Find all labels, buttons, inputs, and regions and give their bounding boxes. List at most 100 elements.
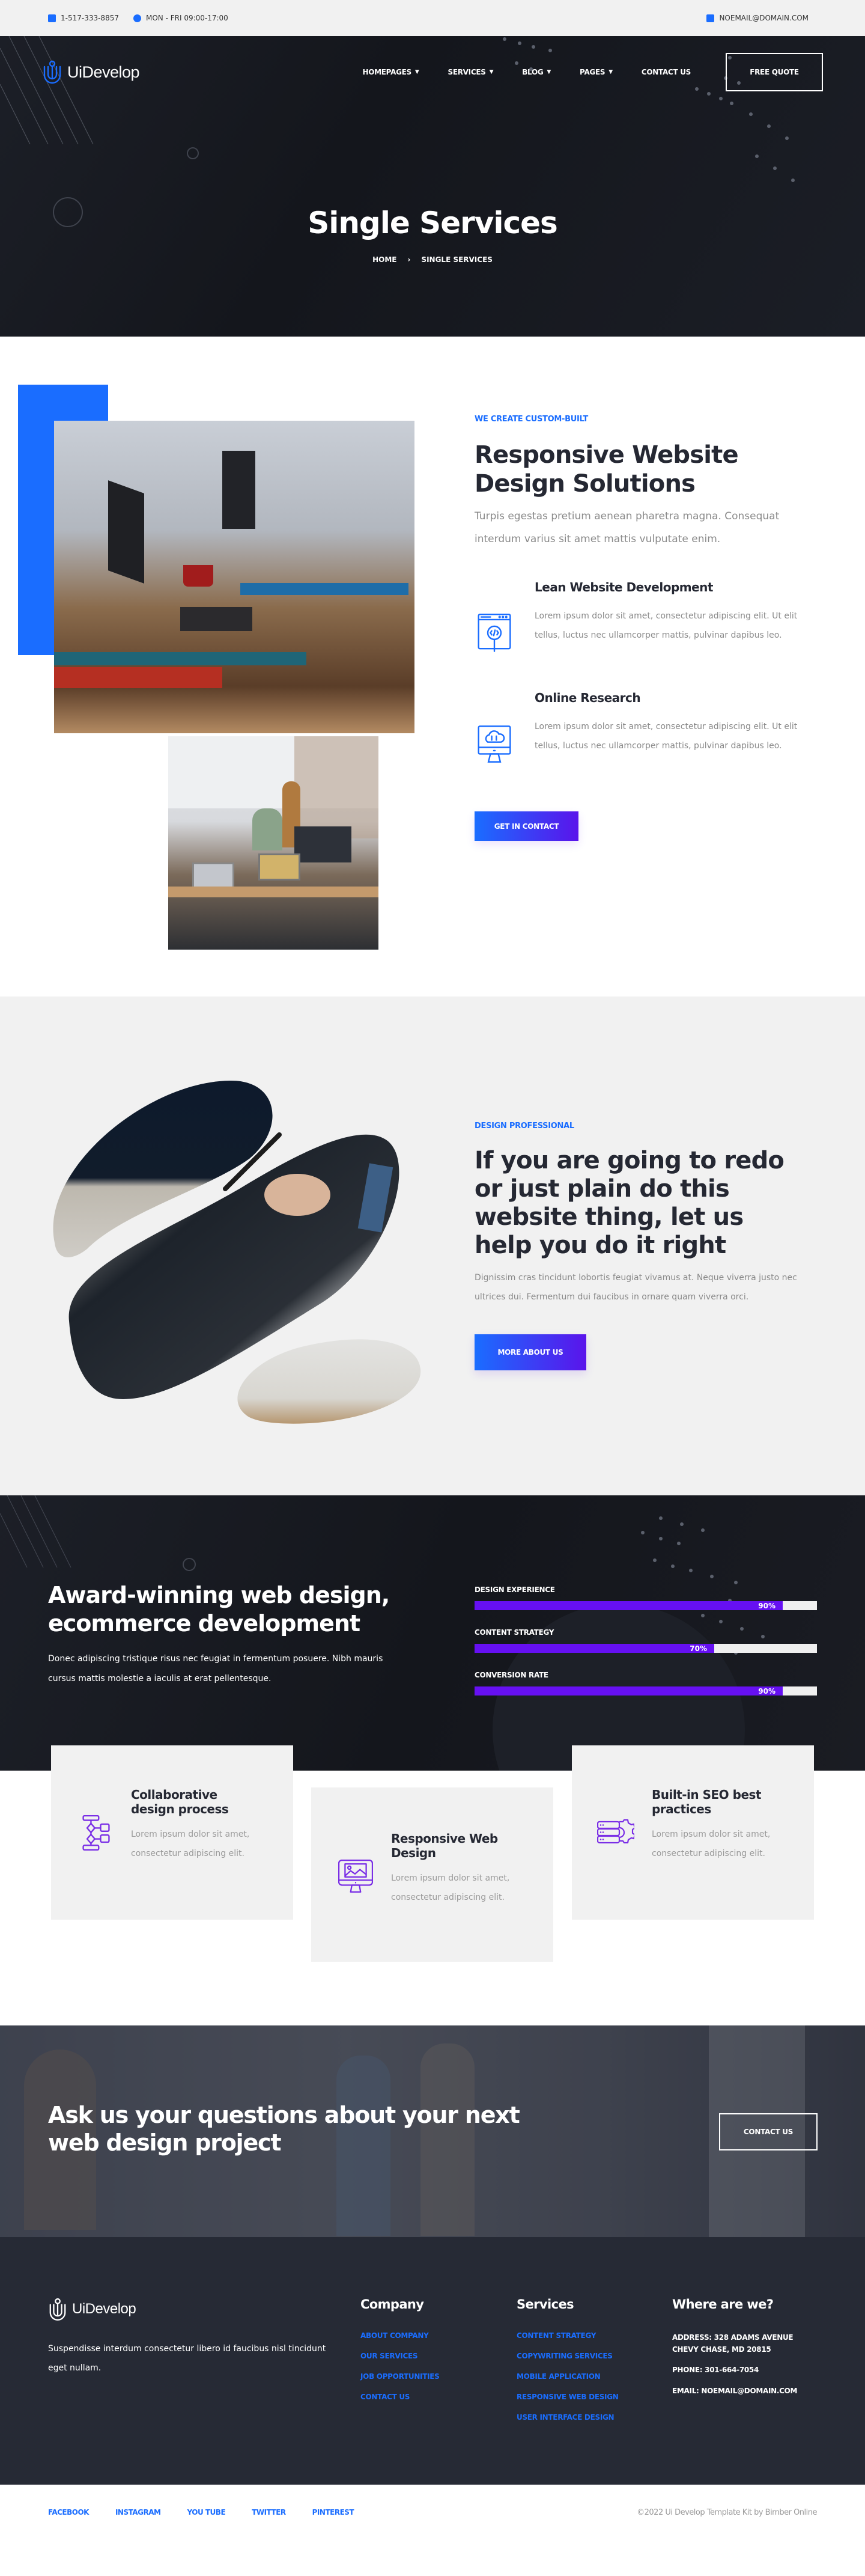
cloud-monitor-icon <box>478 725 511 763</box>
card-text: Lorem ipsum dolor sit amet, consectetur … <box>652 1830 771 1858</box>
section-eyebrow: DESIGN PROFESSIONAL <box>475 1122 574 1131</box>
designer-tablet-photo <box>53 1081 421 1424</box>
skill-track: 90% <box>475 1601 817 1610</box>
nav-item-label: HOMEPAGES <box>362 68 412 76</box>
logo-text: UiDevelop <box>72 2301 136 2317</box>
footer-link[interactable]: RESPONSIVE WEB DESIGN <box>517 2393 619 2401</box>
get-in-contact-button[interactable]: GET IN CONTACT <box>475 811 578 841</box>
skill-label: CONVERSION RATE <box>475 1671 548 1679</box>
social-link-instagram[interactable]: INSTAGRAM <box>115 2508 161 2516</box>
contact-us-button[interactable]: CONTACT US <box>719 2113 818 2150</box>
skill-track: 90% <box>475 1686 817 1695</box>
feature-title: Lean Website Development <box>535 580 713 594</box>
skill-label: DESIGN EXPERIENCE <box>475 1586 555 1594</box>
chevron-down-icon: ▼ <box>414 69 419 75</box>
footer-about: Suspendisse interdum consectetur libero … <box>48 2344 326 2373</box>
cta-banner: Ask us your questions about your next we… <box>0 2025 865 2237</box>
bottom-bar: FACEBOOK INSTAGRAM YOU TUBE TWITTER PINT… <box>0 2485 865 2540</box>
nav-item-homepages[interactable]: HOMEPAGES ▼ <box>363 68 419 76</box>
topbar-email[interactable]: NOEMAIL@DOMAIN.COM <box>706 14 809 22</box>
footer-address: ADDRESS: 328 ADAMS AVENUE <box>672 2333 794 2342</box>
decorative-lines <box>0 1495 71 1567</box>
footer-link[interactable]: COPYWRITING SERVICES <box>517 2352 619 2360</box>
feature-text: Lorem ipsum dolor sit amet, consectetur … <box>535 611 798 640</box>
team-office-photo <box>168 736 378 950</box>
footer-heading-services: Services <box>517 2297 574 2312</box>
site-logo[interactable]: UiDevelop <box>42 60 140 85</box>
breadcrumb-home[interactable]: HOME <box>372 255 396 264</box>
footer-company-links: ABOUT COMPANY OUR SERVICES JOB OPPORTUNI… <box>360 2331 440 2401</box>
social-link-youtube[interactable]: YOU TUBE <box>187 2508 225 2516</box>
footer-heading-contact: Where are we? <box>672 2297 774 2312</box>
nav-item-contact[interactable]: CONTACT US <box>642 68 691 76</box>
nav-item-label: SERVICES <box>448 68 486 76</box>
top-bar: 1-517-333-8857 MON - FRI 09:00-17:00 NOE… <box>0 0 865 36</box>
design-professional-section: DESIGN PROFESSIONAL If you are going to … <box>0 997 865 1495</box>
chevron-down-icon: ▼ <box>609 69 613 75</box>
social-link-pinterest[interactable]: PINTEREST <box>312 2508 354 2516</box>
clock-icon <box>133 14 141 22</box>
section-eyebrow: WE CREATE CUSTOM-BUILT <box>475 415 588 424</box>
nav-item-pages[interactable]: PAGES ▼ <box>580 68 613 76</box>
footer-link[interactable]: JOB OPPORTUNITIES <box>360 2372 440 2381</box>
logo-icon <box>43 60 61 84</box>
footer-phone[interactable]: PHONE: 301-664-7054 <box>672 2364 797 2376</box>
feature-title: Online Research <box>535 691 641 705</box>
skill-fill: 90% <box>475 1686 783 1695</box>
breadcrumb: HOME › SINGLE SERVICES <box>0 255 865 264</box>
social-link-facebook[interactable]: FACEBOOK <box>48 2508 89 2516</box>
award-text: Donec adipiscing tristique risus nec feu… <box>48 1654 383 1683</box>
decorative-circle-small <box>187 147 199 159</box>
skill-fill: 70% <box>475 1644 714 1653</box>
social-link-twitter[interactable]: TWITTER <box>252 2508 286 2516</box>
phone-number: 1-517-333-8857 <box>61 14 119 22</box>
footer-link[interactable]: ABOUT COMPANY <box>360 2331 440 2340</box>
page-hero: UiDevelop HOMEPAGES ▼ SERVICES ▼ BLOG ▼ PAG… <box>0 36 865 337</box>
skill-bar: CONTENT STRATEGY 70% <box>475 1628 817 1653</box>
section-lead: Turpis egestas pretium aenean pharetra m… <box>475 510 780 545</box>
site-footer: UiDevelop Suspendisse interdum consectet… <box>0 2237 865 2485</box>
feature-card: Built-in SEO best practices Lorem ipsum … <box>572 1745 814 1920</box>
footer-link[interactable]: CONTACT US <box>360 2393 440 2401</box>
chevron-right-icon: › <box>407 255 411 264</box>
footer-link[interactable]: CONTENT STRATEGY <box>517 2331 619 2340</box>
feature-card: Responsive Web Design Lorem ipsum dolor … <box>311 1787 553 1962</box>
section-title: If you are going to redo or just plain d… <box>475 1147 785 1259</box>
nav-item-label: PAGES <box>580 68 606 76</box>
email-address: NOEMAIL@DOMAIN.COM <box>719 14 809 22</box>
footer-link[interactable]: MOBILE APPLICATION <box>517 2372 619 2381</box>
award-title: Award-winning web design, ecommerce deve… <box>48 1582 390 1637</box>
nav-menu: HOMEPAGES ▼ SERVICES ▼ BLOG ▼ PAGES ▼ CONTAC… <box>363 53 823 91</box>
footer-logo[interactable]: UiDevelop <box>48 2296 136 2322</box>
page-title: Single Services <box>308 206 558 240</box>
footer-heading-company: Company <box>360 2297 424 2312</box>
topbar-phone[interactable]: 1-517-333-8857 <box>48 14 119 22</box>
envelope-icon <box>706 14 715 22</box>
cta-title: Ask us your questions about your next we… <box>48 2102 520 2156</box>
card-title: Responsive Web Design <box>391 1831 498 1860</box>
footer-services-links: CONTENT STRATEGY COPYWRITING SERVICES MO… <box>517 2331 619 2422</box>
card-title: Collaborative design process <box>131 1787 229 1816</box>
office-desk-photo <box>54 421 414 733</box>
card-title: Built-in SEO best practices <box>652 1787 762 1816</box>
nav-item-label: BLOG <box>522 68 544 76</box>
server-gear-icon <box>597 1819 634 1844</box>
flowchart-icon <box>82 1815 110 1851</box>
nav-item-services[interactable]: SERVICES ▼ <box>448 68 493 76</box>
footer-link[interactable]: USER INTERFACE DESIGN <box>517 2413 619 2422</box>
feature-card: Collaborative design process Lorem ipsum… <box>51 1745 293 1920</box>
skill-bar: DESIGN EXPERIENCE 90% <box>475 1586 817 1610</box>
more-about-us-button[interactable]: MORE ABOUT US <box>475 1334 586 1370</box>
card-text: Lorem ipsum dolor sit amet, consectetur … <box>131 1830 250 1858</box>
decorative-circle <box>183 1558 196 1571</box>
logo-icon <box>49 2298 66 2321</box>
main-navigation: UiDevelop HOMEPAGES ▼ SERVICES ▼ BLOG ▼ PAG… <box>42 53 823 91</box>
free-quote-button[interactable]: FREE QUOTE <box>726 53 823 91</box>
nav-item-blog[interactable]: BLOG ▼ <box>522 68 551 76</box>
business-hours: MON - FRI 09:00-17:00 <box>145 14 228 22</box>
skill-track: 70% <box>475 1644 817 1653</box>
footer-email[interactable]: EMAIL: NOEMAIL@DOMAIN.COM <box>672 2385 798 2397</box>
chevron-down-icon: ▼ <box>547 69 551 75</box>
section-title: Responsive Website Design Solutions <box>475 441 739 498</box>
footer-link[interactable]: OUR SERVICES <box>360 2352 440 2360</box>
